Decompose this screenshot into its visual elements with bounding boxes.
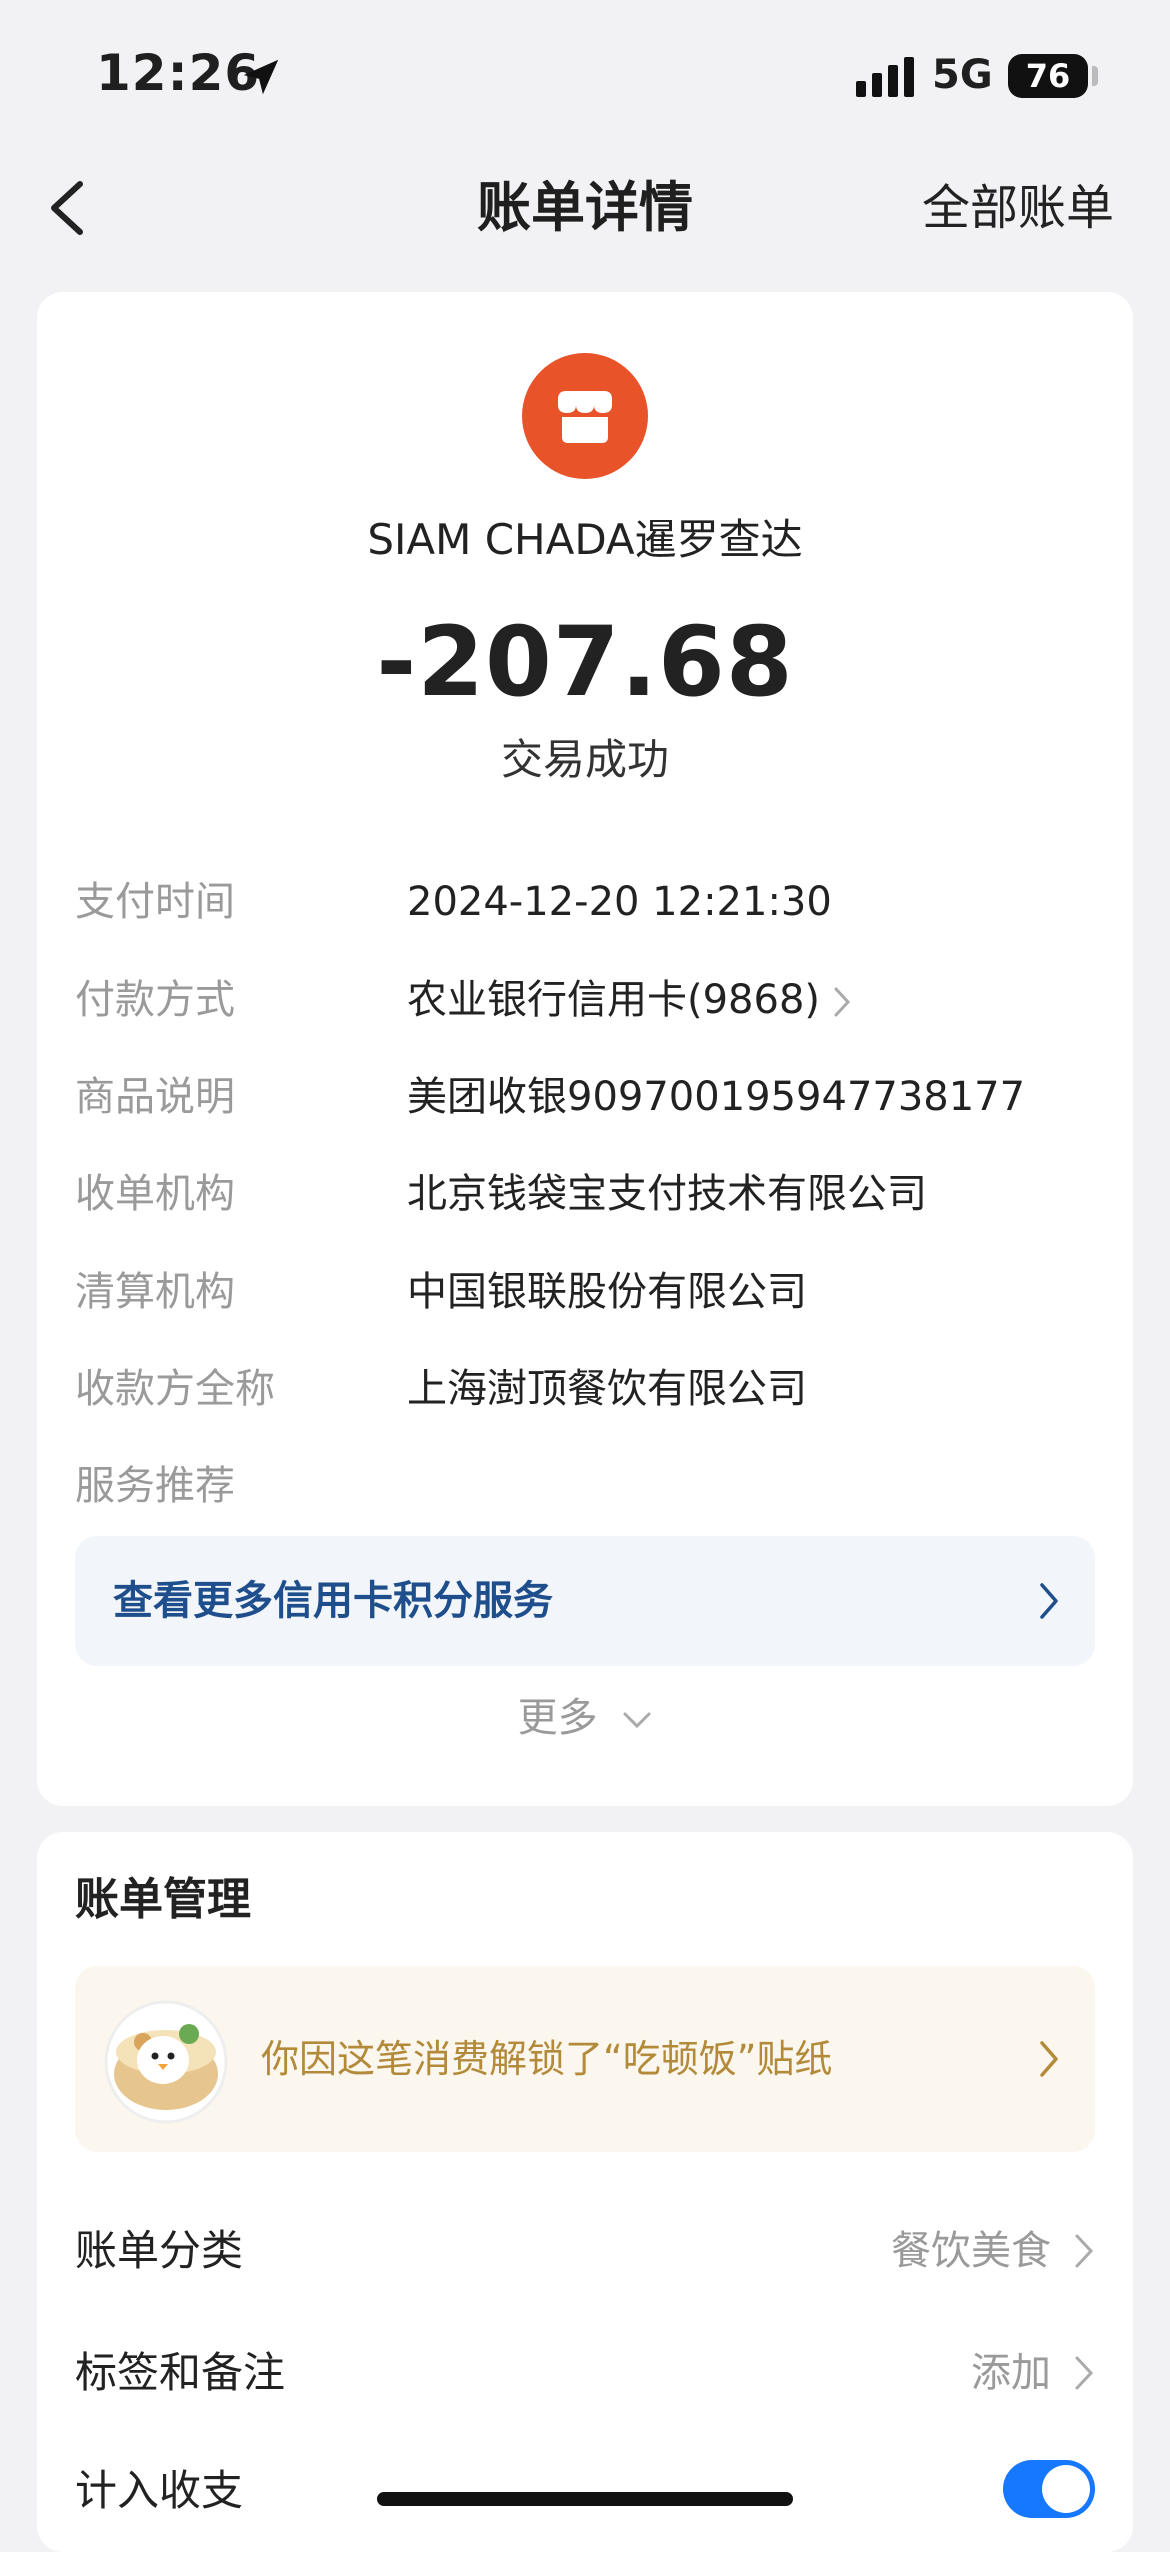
detail-row-clearing: 清算机构 中国银联股份有限公司 <box>75 1260 1095 1324</box>
detail-row-description: 商品说明 美团收银909700195947738177 <box>75 1065 1095 1129</box>
detail-value-wrap: 农业银行信用卡(9868) <box>407 968 852 1032</box>
credit-card-points-banner[interactable]: 查看更多信用卡积分服务 <box>75 1536 1095 1666</box>
detail-row-payee: 收款方全称 上海澍顶餐饮有限公司 <box>75 1357 1095 1421</box>
bill-category-row[interactable]: 账单分类 餐饮美食 <box>75 2216 1095 2286</box>
detail-label: 清算机构 <box>75 1269 235 1315</box>
detail-label: 支付时间 <box>75 879 235 925</box>
detail-row-acquirer: 收单机构 北京钱袋宝支付技术有限公司 <box>75 1162 1095 1226</box>
row-label: 账单分类 <box>75 2226 244 2275</box>
detail-label: 收单机构 <box>75 1171 235 1217</box>
transaction-card: SIAM CHADA暹罗查达 -207.68 交易成功 支付时间 2024-12… <box>37 292 1133 1806</box>
section-title: 账单管理 <box>75 1874 251 1925</box>
detail-label: 收款方全称 <box>75 1366 275 1412</box>
bowl-sticker-icon <box>104 2000 228 2124</box>
battery-icon: 76 <box>1008 54 1088 98</box>
sticker-text: 你因这笔消费解锁了“吃顿饭”贴纸 <box>261 2037 833 2081</box>
status-bar: 12:26 5G 76 <box>0 0 1170 150</box>
chevron-right-icon <box>1040 2041 1058 2077</box>
detail-value: 2024-12-20 12:21:30 <box>407 879 832 925</box>
location-arrow-icon <box>243 59 279 95</box>
detail-row-service: 服务推荐 <box>75 1454 1095 1518</box>
storefront-icon <box>558 391 612 443</box>
detail-value: 美团收银909700195947738177 <box>407 1074 1026 1120</box>
home-indicator <box>377 2492 793 2506</box>
transaction-status: 交易成功 <box>500 735 669 784</box>
transaction-amount: -207.68 <box>376 606 794 718</box>
include-in-budget-row: 计入收支 <box>75 2456 1095 2526</box>
more-toggle[interactable]: 更多 <box>37 1686 1133 1750</box>
sticker-unlock-banner[interactable]: 你因这笔消费解锁了“吃顿饭”贴纸 <box>75 1966 1095 2152</box>
detail-value: 北京钱袋宝支付技术有限公司 <box>407 1171 927 1217</box>
row-label: 计入收支 <box>75 2466 244 2515</box>
detail-row-payment-method[interactable]: 付款方式 农业银行信用卡(9868) <box>75 968 1095 1032</box>
chevron-right-icon <box>1040 1583 1058 1619</box>
toggle-knob <box>1042 2465 1090 2513</box>
promo-text: 查看更多信用卡积分服务 <box>113 1578 553 1624</box>
tags-notes-row[interactable]: 标签和备注 添加 <box>75 2338 1095 2408</box>
detail-label: 商品说明 <box>75 1074 235 1120</box>
chevron-right-icon <box>834 987 851 1017</box>
row-value: 添加 <box>971 2350 1051 2396</box>
all-bills-link[interactable]: 全部账单 <box>922 176 1114 240</box>
detail-value: 中国银联股份有限公司 <box>407 1269 807 1315</box>
chevron-right-icon <box>1075 2356 1094 2390</box>
signal-icon <box>856 57 914 97</box>
merchant-avatar <box>522 353 648 479</box>
status-time: 12:26 <box>96 44 261 102</box>
include-in-budget-toggle[interactable] <box>1003 2460 1095 2518</box>
detail-label: 服务推荐 <box>75 1463 235 1509</box>
bill-management-card: 账单管理 你因这笔消费解锁了“吃顿饭”贴纸 账单分类 餐饮美食 标签和备注 添加… <box>37 1832 1133 2552</box>
detail-label: 付款方式 <box>75 977 235 1023</box>
detail-value: 农业银行信用卡(9868) <box>407 977 821 1023</box>
chevron-right-icon <box>1075 2234 1094 2268</box>
row-label: 标签和备注 <box>75 2348 286 2397</box>
detail-row-pay-time: 支付时间 2024-12-20 12:21:30 <box>75 870 1095 934</box>
detail-value: 上海澍顶餐饮有限公司 <box>407 1366 807 1412</box>
battery-level: 76 <box>1025 57 1071 95</box>
chevron-down-icon <box>623 1712 651 1729</box>
battery-cap <box>1092 66 1098 86</box>
row-value: 餐饮美食 <box>891 2228 1051 2274</box>
merchant-name: SIAM CHADA暹罗查达 <box>367 515 803 564</box>
network-type: 5G <box>932 52 993 98</box>
more-label: 更多 <box>517 1695 598 1741</box>
